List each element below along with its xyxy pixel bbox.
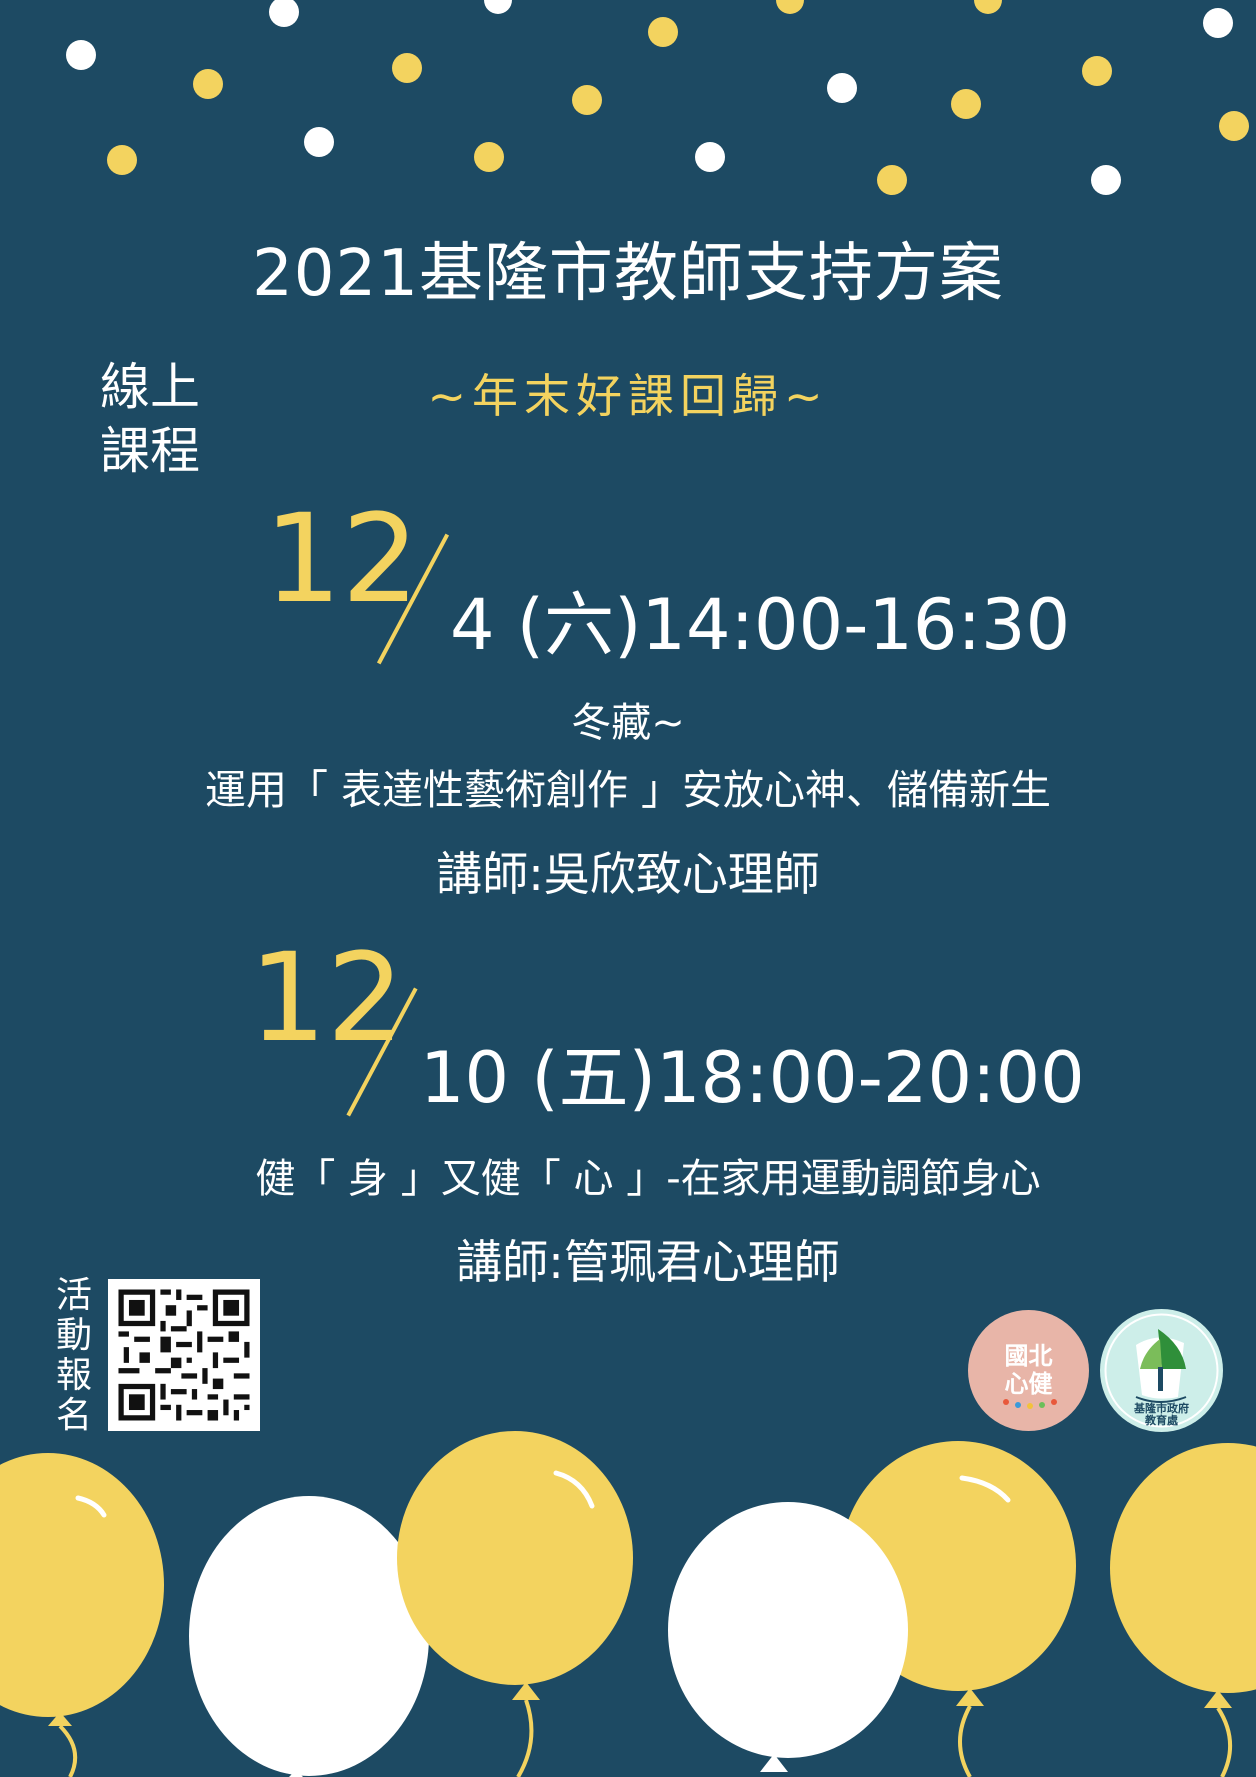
dot — [695, 142, 725, 172]
dot — [392, 53, 422, 83]
dot — [1219, 111, 1249, 141]
online-label-line-2: 課程 — [100, 422, 200, 480]
session-2-date-time: 10 (五)18:00-20:00 — [420, 1037, 1085, 1119]
balloon-yellow-3 — [840, 1441, 1076, 1777]
registration-label-char: 動 — [55, 1315, 92, 1356]
keelung-education-department-logo: 基隆市政府 教育處 — [1100, 1309, 1223, 1432]
dot — [484, 0, 512, 14]
balloon-yellow-2 — [397, 1431, 633, 1777]
dot — [474, 142, 504, 172]
dot — [107, 145, 137, 175]
dot — [304, 127, 334, 157]
session-2-topic: 健「 身 」又健「 心 」-在家用運動調節身心 — [255, 1156, 1041, 1202]
session-2-month: 12 — [249, 927, 405, 1069]
poster-subtitle: ~年末好課回歸~ — [427, 369, 829, 423]
dot — [1082, 56, 1112, 86]
dot — [827, 73, 857, 103]
dot — [1091, 165, 1121, 195]
dot — [951, 89, 981, 119]
logo-caption: 基隆市政府 教育處 — [1134, 1402, 1189, 1427]
dot — [648, 17, 678, 47]
registration-label-char: 活 — [55, 1275, 92, 1316]
dot — [974, 0, 1002, 14]
session-1-speaker: 講師:吳欣致心理師 — [436, 847, 820, 901]
session-1-date-time: 4 (六)14:00-16:30 — [450, 584, 1071, 666]
balloon-white-2 — [668, 1502, 908, 1772]
qr-code-icon — [118, 1289, 250, 1421]
poster-title: 2021基隆市教師支持方案 — [252, 237, 1004, 311]
balloon-yellow-left — [0, 1453, 164, 1777]
dot — [1203, 8, 1233, 38]
session-1-topic: 運用「 表達性藝術創作 」安放心神、儲備新生 — [204, 766, 1052, 814]
dot — [269, 0, 299, 27]
guo-bei-xin-jian-logo: 國北 心健 — [968, 1310, 1089, 1431]
event-poster: 2021基隆市教師支持方案 線上 課程 ~年末好課回歸~ 12 4 (六)14:… — [0, 0, 1256, 1777]
dot — [877, 165, 907, 195]
session-1-month: 12 — [264, 488, 420, 630]
balloon-white-1 — [189, 1496, 429, 1777]
registration-label-char: 報 — [55, 1355, 92, 1396]
colored-dots-icon — [1003, 1399, 1057, 1409]
dot — [66, 40, 96, 70]
dot — [572, 85, 602, 115]
dot — [776, 0, 804, 14]
balloon-yellow-right — [1110, 1443, 1256, 1777]
confetti-dots — [66, 0, 1249, 195]
session-1-topic-prefix: 冬藏~ — [571, 700, 685, 746]
dot — [193, 69, 223, 99]
registration-qr-code[interactable] — [108, 1279, 260, 1431]
registration-label-char: 名 — [55, 1395, 92, 1436]
registration-label: 活 動 報 名 — [54, 1276, 94, 1436]
